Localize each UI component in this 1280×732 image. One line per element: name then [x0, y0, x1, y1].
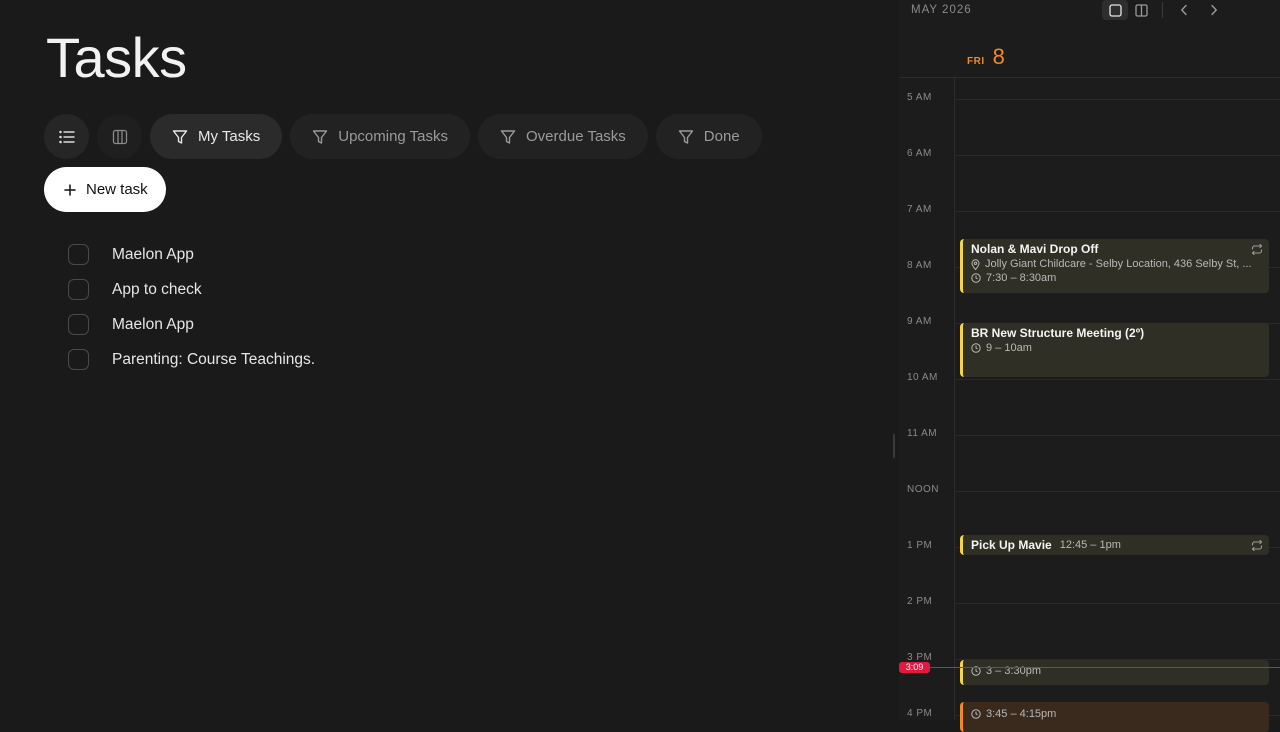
- event-time: 12:45 – 1pm: [1059, 539, 1121, 551]
- clock-icon: [971, 343, 981, 353]
- chevron-left-icon: [1180, 4, 1187, 16]
- filter-label: Done: [703, 128, 740, 145]
- filter-icon: [678, 129, 693, 144]
- calendar-event[interactable]: Nolan & Mavi Drop Off Jolly Giant Childc…: [960, 239, 1269, 293]
- list-view-button[interactable]: [44, 114, 89, 159]
- filter-icon: [500, 129, 516, 144]
- calendar-event[interactable]: 3 – 3:30pm: [960, 660, 1269, 685]
- day-name: FRI: [967, 56, 985, 67]
- single-column-icon: [1108, 3, 1122, 17]
- event-time: 9 – 10am: [986, 342, 1032, 354]
- hour-label: 9 AM: [907, 316, 932, 327]
- task-list: Maelon App App to check Maelon App Paren…: [68, 237, 315, 377]
- calendar-event[interactable]: 3:45 – 4:15pm: [960, 702, 1269, 732]
- hour-line: [955, 99, 1280, 100]
- task-checkbox[interactable]: [68, 244, 89, 265]
- chevron-right-icon: [1211, 4, 1218, 16]
- task-title[interactable]: App to check: [112, 281, 202, 299]
- filter-label: Overdue Tasks: [526, 128, 626, 145]
- hour-line: [955, 603, 1280, 604]
- event-title: Nolan & Mavi Drop Off: [971, 242, 1099, 256]
- hour-label: 10 AM: [907, 372, 938, 383]
- current-time-badge: 3:09: [899, 662, 930, 673]
- task-title[interactable]: Maelon App: [112, 316, 194, 334]
- two-column-icon: [1134, 3, 1148, 17]
- filter-upcoming-tasks[interactable]: Upcoming Tasks: [290, 114, 471, 159]
- event-title: BR New Structure Meeting (2º): [971, 326, 1145, 340]
- hour-label: 5 AM: [907, 92, 932, 103]
- task-title[interactable]: Maelon App: [112, 246, 194, 264]
- hour-label: 6 AM: [907, 148, 932, 159]
- hour-label: 4 PM: [907, 708, 933, 719]
- list-item: Parenting: Course Teachings.: [68, 342, 315, 377]
- event-time-row: 3:45 – 4:15pm: [971, 708, 1261, 720]
- page-title: Tasks: [46, 26, 187, 89]
- clock-icon: [971, 709, 981, 719]
- divider: [954, 78, 955, 720]
- hour-line: [955, 155, 1280, 156]
- split-view-button[interactable]: [1128, 0, 1154, 20]
- filter-label: My Tasks: [198, 128, 261, 145]
- filter-done[interactable]: Done: [655, 114, 762, 159]
- event-title: Pick Up Mavie: [971, 538, 1052, 552]
- filter-overdue-tasks[interactable]: Overdue Tasks: [478, 114, 648, 159]
- event-time: 3:45 – 4:15pm: [986, 708, 1057, 720]
- hour-label: 1 PM: [907, 540, 933, 551]
- hour-line: [955, 211, 1280, 212]
- hour-label: 7 AM: [907, 204, 932, 215]
- list-icon: [58, 130, 75, 143]
- calendar-event[interactable]: Pick Up Mavie 12:45 – 1pm: [960, 535, 1269, 555]
- day-header[interactable]: FRI 8: [967, 44, 1005, 70]
- divider: [899, 77, 1280, 78]
- hour-label: 2 PM: [907, 596, 933, 607]
- filter-icon: [172, 129, 188, 144]
- repeat-icon: [1251, 244, 1263, 255]
- event-inline-row: Pick Up Mavie 12:45 – 1pm: [971, 538, 1261, 552]
- event-time: 7:30 – 8:30am: [986, 272, 1057, 284]
- filter-label: Upcoming Tasks: [338, 128, 449, 145]
- filter-icon: [313, 129, 328, 144]
- calendar-month: MAY 2026: [911, 4, 972, 16]
- filter-my-tasks[interactable]: My Tasks: [150, 114, 283, 159]
- new-task-label: New task: [86, 181, 148, 198]
- event-time-row: 9 – 10am: [971, 342, 1261, 354]
- repeat-icon: [1251, 540, 1263, 551]
- tasks-pane: Tasks My Tasks Upcoming Tasks Overdue Ta…: [0, 0, 893, 720]
- calendar-pane: MAY 2026 FRI 8 5 AM 6 AM 7 AM 8 AM 9 AM …: [899, 0, 1280, 732]
- day-number: 8: [992, 44, 1005, 69]
- clock-icon: [971, 273, 981, 283]
- day-view-button[interactable]: [1102, 0, 1128, 20]
- new-task-button[interactable]: New task: [44, 167, 166, 212]
- task-checkbox[interactable]: [68, 349, 89, 370]
- board-view-button[interactable]: [97, 114, 142, 159]
- event-location: Jolly Giant Childcare - Selby Location, …: [985, 258, 1252, 270]
- hour-line: [955, 435, 1280, 436]
- hour-label: NOON: [907, 484, 939, 495]
- hour-label: 8 AM: [907, 260, 932, 271]
- event-location-row: Jolly Giant Childcare - Selby Location, …: [971, 258, 1261, 270]
- task-checkbox[interactable]: [68, 314, 89, 335]
- event-time-row: 7:30 – 8:30am: [971, 272, 1261, 284]
- task-title[interactable]: Parenting: Course Teachings.: [112, 351, 315, 369]
- board-icon: [112, 129, 127, 144]
- list-item: Maelon App: [68, 307, 315, 342]
- task-checkbox[interactable]: [68, 279, 89, 300]
- hour-line: [955, 379, 1280, 380]
- hour-label: 11 AM: [907, 428, 938, 439]
- tasks-toolbar: My Tasks Upcoming Tasks Overdue Tasks Do…: [44, 114, 762, 159]
- next-day-button[interactable]: [1201, 0, 1227, 20]
- previous-day-button[interactable]: [1171, 0, 1197, 20]
- calendar-event[interactable]: BR New Structure Meeting (2º) 9 – 10am: [960, 323, 1269, 377]
- divider: [1162, 2, 1163, 18]
- plus-icon: [64, 183, 76, 196]
- list-item: App to check: [68, 272, 315, 307]
- location-pin-icon: [971, 258, 980, 270]
- hour-line: [955, 491, 1280, 492]
- current-time-line: [929, 667, 1280, 668]
- list-item: Maelon App: [68, 237, 315, 272]
- pane-resize-handle[interactable]: [893, 434, 895, 458]
- calendar-controls: [1102, 0, 1227, 20]
